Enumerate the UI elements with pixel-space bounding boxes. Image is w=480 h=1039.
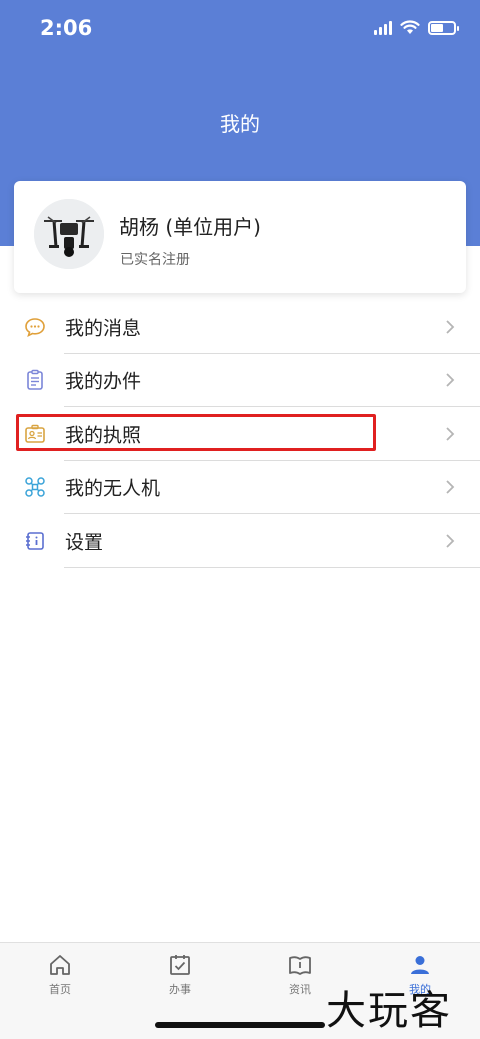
tab-home[interactable]: 首页 xyxy=(30,953,90,997)
tab-services[interactable]: 办事 xyxy=(150,953,210,997)
drone-avatar-icon xyxy=(34,199,104,269)
profile-card[interactable]: 胡杨 (单位用户) 已实名注册 xyxy=(14,181,466,293)
wifi-icon xyxy=(400,20,420,34)
chevron-right-icon xyxy=(446,427,455,441)
tab-label: 资讯 xyxy=(289,983,311,996)
settings-icon xyxy=(26,531,44,550)
chevron-right-icon xyxy=(446,320,455,334)
verification-status: 已实名注册 xyxy=(120,252,190,268)
menu-item-label: 我的消息 xyxy=(65,317,142,340)
chevron-right-icon xyxy=(446,373,455,387)
home-icon xyxy=(50,955,70,975)
menu-item-applications[interactable]: 我的办件 xyxy=(0,354,480,408)
tab-label: 办事 xyxy=(169,983,191,996)
status-time: 2:06 xyxy=(40,16,93,40)
chevron-right-icon xyxy=(446,480,455,494)
user-name: 胡杨 (单位用户) xyxy=(119,215,261,239)
home-indicator xyxy=(155,1022,325,1028)
avatar xyxy=(34,199,104,269)
menu-item-messages[interactable]: 我的消息 xyxy=(0,300,480,354)
drone-icon xyxy=(25,477,45,497)
menu-item-label: 我的无人机 xyxy=(65,477,161,500)
book-icon xyxy=(289,956,311,975)
menu-item-drones[interactable]: 我的无人机 xyxy=(0,461,480,515)
user-icon xyxy=(411,956,429,974)
document-icon xyxy=(27,370,43,391)
menu-item-label: 设置 xyxy=(65,531,104,554)
tab-news[interactable]: 资讯 xyxy=(270,953,330,997)
status-icons xyxy=(374,20,459,35)
page-title: 我的 xyxy=(220,112,260,136)
menu-item-label: 我的办件 xyxy=(65,370,142,393)
message-icon xyxy=(25,317,45,337)
menu-item-settings[interactable]: 设置 xyxy=(0,514,480,568)
battery-icon xyxy=(428,20,459,35)
status-bar: 2:06 xyxy=(0,0,480,60)
tab-label: 首页 xyxy=(49,983,71,996)
chevron-right-icon xyxy=(446,534,455,548)
signal-icon xyxy=(374,20,392,35)
watermark: 大玩客 xyxy=(326,988,452,1034)
highlight-annotation xyxy=(16,414,376,451)
calendar-check-icon xyxy=(170,955,190,975)
